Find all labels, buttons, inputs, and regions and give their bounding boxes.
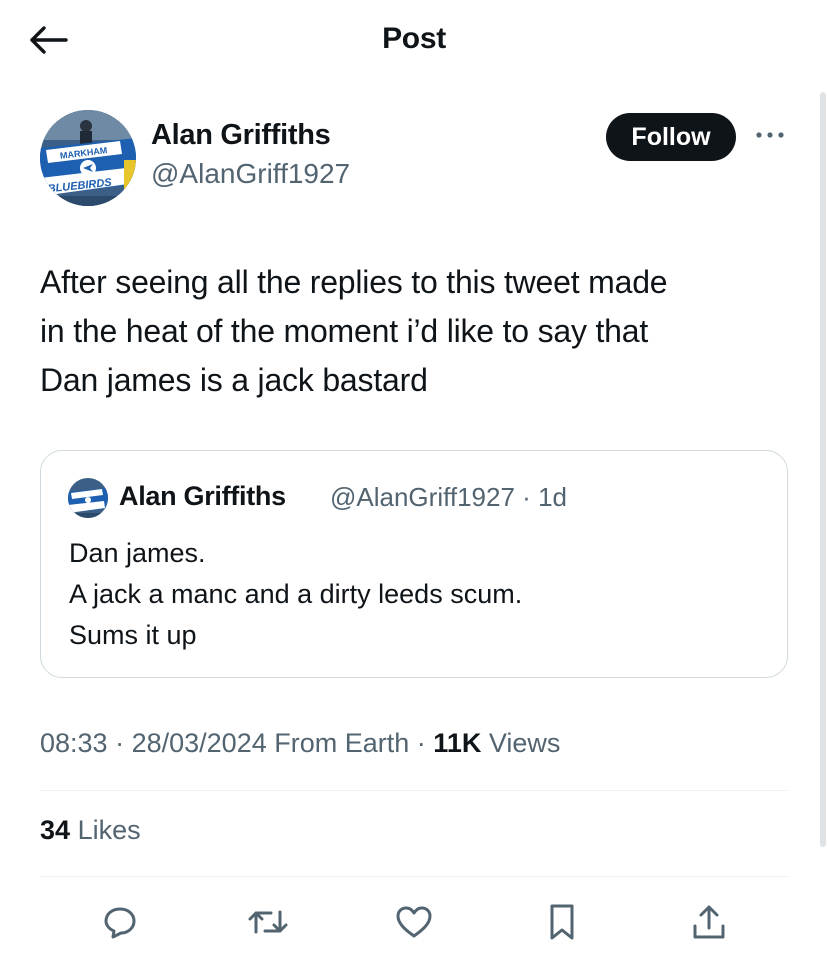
quoted-age: 1d bbox=[538, 482, 567, 512]
author-name[interactable]: Alan Griffiths bbox=[151, 119, 331, 152]
post-date[interactable]: 28/03/2024 bbox=[132, 728, 267, 758]
post-time[interactable]: 08:33 bbox=[40, 728, 108, 758]
quoted-author-avatar bbox=[68, 478, 108, 518]
post-meta: 08:33 · 28/03/2024 From Earth · 11K View… bbox=[40, 728, 561, 758]
action-bar bbox=[0, 895, 828, 955]
likes-label: Likes bbox=[77, 815, 141, 845]
post-source: From Earth bbox=[274, 728, 410, 758]
likes-count: 34 bbox=[40, 815, 71, 845]
divider bbox=[40, 876, 788, 877]
quoted-meta: @AlanGriff1927 · 1d bbox=[330, 482, 567, 513]
post-text: After seeing all the replies to this twe… bbox=[40, 264, 668, 398]
quoted-author-handle: @AlanGriff1927 bbox=[330, 482, 515, 512]
divider bbox=[40, 790, 788, 791]
share-button[interactable] bbox=[684, 899, 734, 949]
quoted-post[interactable]: Alan Griffiths @AlanGriff1927 · 1d Dan j… bbox=[40, 450, 788, 678]
author-avatar[interactable]: MARKHAM BLUEBIRDS bbox=[40, 110, 136, 206]
top-bar: Post bbox=[0, 0, 828, 84]
more-horizontal-icon bbox=[754, 127, 786, 145]
quoted-text: Dan james. A jack a manc and a dirty lee… bbox=[69, 538, 523, 650]
views-count: 11K bbox=[433, 728, 482, 758]
more-options-button[interactable] bbox=[752, 122, 788, 150]
like-icon bbox=[394, 903, 434, 946]
likes-count-link[interactable]: 34 Likes bbox=[40, 815, 141, 846]
repost-icon bbox=[247, 903, 289, 946]
follow-button[interactable]: Follow bbox=[606, 113, 736, 161]
reply-icon bbox=[101, 903, 139, 946]
quoted-author-name: Alan Griffiths bbox=[119, 481, 286, 511]
bookmark-button[interactable] bbox=[537, 899, 587, 949]
views-label: Views bbox=[488, 728, 561, 758]
reply-button[interactable] bbox=[95, 899, 145, 949]
repost-button[interactable] bbox=[243, 899, 293, 949]
scrollbar[interactable] bbox=[820, 92, 826, 847]
like-button[interactable] bbox=[389, 899, 439, 949]
bookmark-icon bbox=[545, 902, 579, 947]
share-icon bbox=[690, 902, 728, 947]
author-handle[interactable]: @AlanGriff1927 bbox=[151, 158, 350, 190]
page-title: Post bbox=[382, 22, 446, 55]
quoted-separator: · bbox=[522, 482, 531, 512]
